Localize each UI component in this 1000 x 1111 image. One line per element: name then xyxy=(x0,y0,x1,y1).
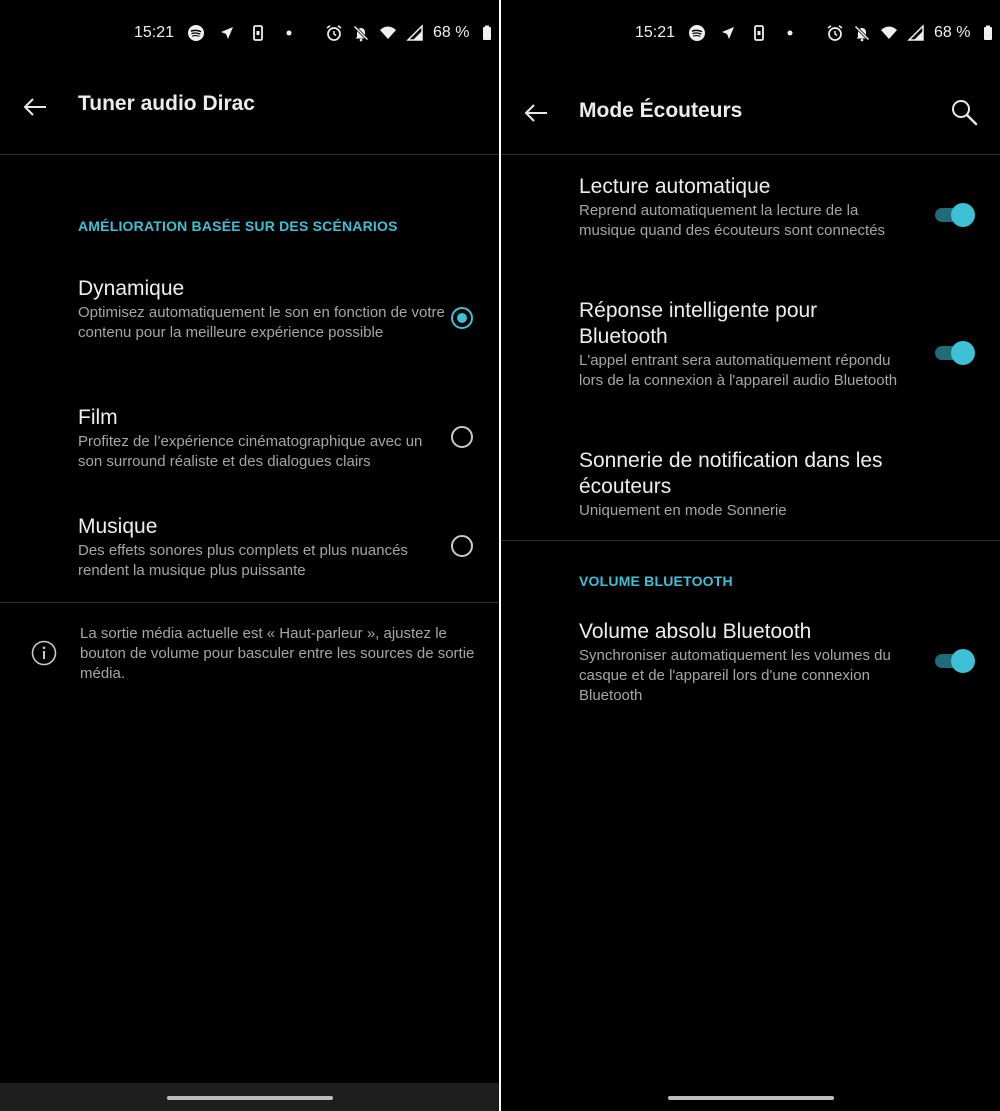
setting-auto-play[interactable]: Lecture automatique Reprend automatiquem… xyxy=(579,174,909,241)
setting-notification-ringtone[interactable]: Sonnerie de notification dans les écoute… xyxy=(579,448,909,521)
status-bar: 15:21 68 % xyxy=(0,18,500,48)
search-icon[interactable] xyxy=(949,97,979,127)
navigation-icon xyxy=(719,24,737,42)
dot-icon xyxy=(781,24,799,42)
battery-percent: 68 % xyxy=(433,24,470,41)
setting-title: Lecture automatique xyxy=(579,175,771,198)
status-bar: 15:21 68 % xyxy=(501,18,1000,48)
setting-title: Réponse intelligente pour Bluetooth xyxy=(579,299,818,348)
setting-description: L'appel entrant sera automatiquement rép… xyxy=(579,352,898,389)
navigation-icon xyxy=(218,24,236,42)
option-dynamique[interactable]: Dynamique Optimisez automatiquement le s… xyxy=(78,276,448,343)
option-description: Profitez de l’expérience cinématographiq… xyxy=(78,433,423,470)
phone-screen-icon xyxy=(249,24,267,42)
battery-icon xyxy=(979,24,997,42)
setting-title: Volume absolu Bluetooth xyxy=(579,620,812,643)
divider xyxy=(501,540,1000,541)
option-musique[interactable]: Musique Des effets sonores plus complets… xyxy=(78,514,448,581)
setting-title: Sonnerie de notification dans les écoute… xyxy=(579,449,883,498)
home-gesture-handle[interactable] xyxy=(668,1096,834,1100)
setting-description: Reprend automatiquement la lecture de la… xyxy=(579,202,886,239)
phone-screen-icon xyxy=(750,24,768,42)
setting-description: Synchroniser automatiquement les volumes… xyxy=(579,647,891,704)
signal-icon xyxy=(907,24,925,42)
battery-percent: 68 % xyxy=(934,24,971,41)
radio-dynamique[interactable] xyxy=(451,307,473,329)
page-title: Tuner audio Dirac xyxy=(78,92,255,115)
home-gesture-handle[interactable] xyxy=(167,1096,333,1100)
dirac-tuner-screen: 15:21 68 % Tuner audio Dirac AMÉLIORATIO… xyxy=(0,0,500,1111)
app-bar: Tuner audio Dirac xyxy=(0,70,500,154)
option-film[interactable]: Film Profitez de l’expérience cinématogr… xyxy=(78,405,448,472)
section-header: AMÉLIORATION BASÉE SUR DES SCÉNARIOS xyxy=(78,218,398,234)
option-title: Film xyxy=(78,406,118,429)
status-time: 15:21 xyxy=(134,24,175,41)
earphone-mode-screen: 15:21 68 % Mode Écouteurs Lecture automa… xyxy=(501,0,1000,1111)
auto-play-toggle[interactable] xyxy=(935,202,975,228)
radio-film[interactable] xyxy=(451,426,473,448)
info-text: La sortie média actuelle est « Haut-parl… xyxy=(80,625,475,682)
alarm-icon xyxy=(826,24,844,42)
signal-icon xyxy=(406,24,424,42)
option-description: Des effets sonores plus complets et plus… xyxy=(78,542,408,579)
status-time: 15:21 xyxy=(635,24,676,41)
divider xyxy=(501,154,1000,155)
wifi-icon xyxy=(379,24,397,42)
absolute-volume-toggle[interactable] xyxy=(935,648,975,674)
spotify-icon xyxy=(187,24,205,42)
option-description: Optimisez automatiquement le son en fonc… xyxy=(78,304,445,341)
divider xyxy=(0,602,500,603)
page-title: Mode Écouteurs xyxy=(579,99,743,122)
setting-absolute-volume[interactable]: Volume absolu Bluetooth Synchroniser aut… xyxy=(579,619,909,706)
spotify-icon xyxy=(688,24,706,42)
back-arrow-icon[interactable] xyxy=(521,98,551,128)
notifications-off-icon xyxy=(853,24,871,42)
wifi-icon xyxy=(880,24,898,42)
option-title: Musique xyxy=(78,515,158,538)
alarm-icon xyxy=(325,24,343,42)
battery-icon xyxy=(478,24,496,42)
notifications-off-icon xyxy=(352,24,370,42)
smart-answer-toggle[interactable] xyxy=(935,340,975,366)
divider xyxy=(0,154,500,155)
option-title: Dynamique xyxy=(78,277,185,300)
section-header: VOLUME BLUETOOTH xyxy=(579,573,733,589)
back-arrow-icon[interactable] xyxy=(20,92,50,122)
radio-musique[interactable] xyxy=(451,535,473,557)
setting-smart-answer-bluetooth[interactable]: Réponse intelligente pour Bluetooth L'ap… xyxy=(579,298,909,391)
app-bar: Mode Écouteurs xyxy=(501,70,1000,154)
dot-icon xyxy=(280,24,298,42)
setting-description: Uniquement en mode Sonnerie xyxy=(579,502,787,519)
info-icon xyxy=(31,640,57,666)
